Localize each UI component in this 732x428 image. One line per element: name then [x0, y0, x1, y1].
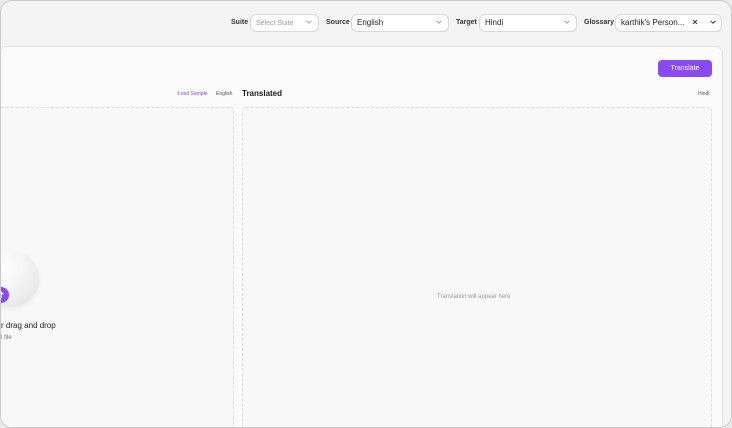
- translation-placeholder: Translation will appear here: [437, 294, 511, 300]
- target-language: Hindi: [698, 91, 710, 97]
- source-language: English: [216, 91, 233, 97]
- translated-title: Translated: [242, 89, 283, 98]
- target-label: Target: [456, 19, 477, 26]
- app-frame: Suite Select Suite Source English Target…: [0, 0, 732, 428]
- source-value: English: [357, 18, 384, 27]
- drop-subtext: l file: [1, 335, 12, 341]
- glossary-select[interactable]: karthik's Person...: [615, 14, 722, 32]
- target-value: Hindi: [485, 18, 504, 27]
- suite-label: Suite: [231, 19, 249, 26]
- source-select[interactable]: English: [351, 14, 449, 32]
- glossary-label: Glossary: [584, 19, 614, 26]
- chevron-down-icon[interactable]: [710, 19, 716, 25]
- upload-icon[interactable]: [1, 287, 9, 303]
- target-select[interactable]: Hindi: [479, 14, 577, 32]
- suite-placeholder: Select Suite: [256, 20, 294, 27]
- clear-icon[interactable]: [692, 19, 698, 25]
- translation-output: [242, 107, 712, 427]
- load-sample-link[interactable]: Load Sample: [178, 91, 207, 97]
- chevron-down-icon: [564, 20, 570, 24]
- suite-select[interactable]: Select Suite: [250, 14, 319, 32]
- source-label: Source: [326, 19, 350, 26]
- chevron-down-icon: [436, 20, 442, 24]
- chevron-down-icon: [306, 20, 312, 24]
- translate-button[interactable]: Translate: [658, 60, 712, 77]
- glossary-value: karthik's Person...: [621, 18, 685, 27]
- drop-text: r drag and drop: [1, 321, 56, 330]
